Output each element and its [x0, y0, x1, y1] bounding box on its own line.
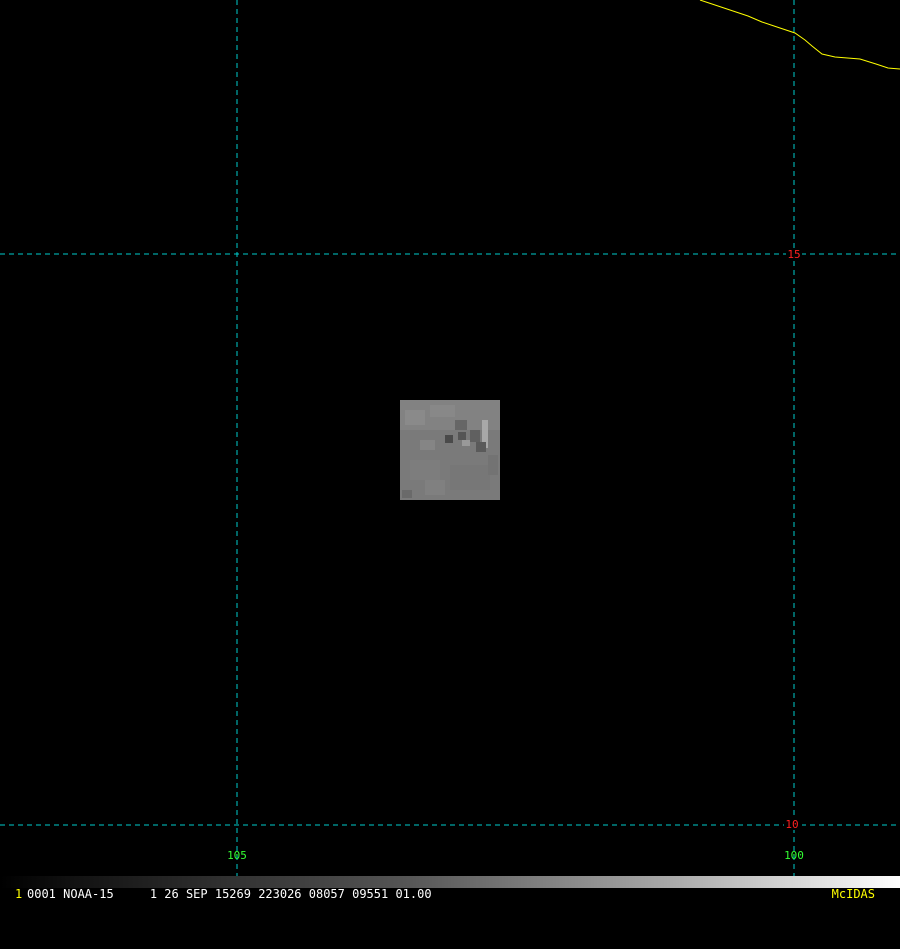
image-info-text: 0001 NOAA-15 1 26 SEP 15269 223026 08057… [27, 887, 432, 901]
status-text-row: 1 0001 NOAA-15 1 26 SEP 15269 223026 080… [0, 888, 900, 900]
frame-number: 1 [15, 887, 23, 901]
longitude-label-100: 100 [784, 849, 804, 862]
status-bar: 1 0001 NOAA-15 1 26 SEP 15269 223026 080… [0, 876, 900, 900]
mcidas-brand: McIDAS [831, 887, 875, 901]
satellite-image-patch [400, 400, 500, 500]
latitude-label-10: 10 [785, 818, 798, 831]
longitude-label-105: 105 [227, 849, 247, 862]
latitude-label-15: 15 [787, 248, 800, 261]
satellite-map: 15 10 105 100 [0, 0, 900, 900]
